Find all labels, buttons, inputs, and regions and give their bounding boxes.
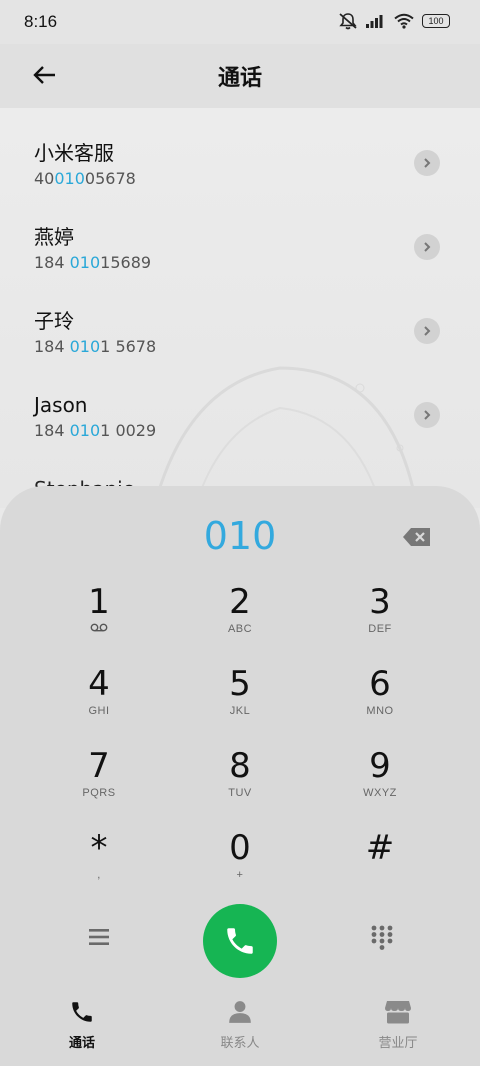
- phone-call-icon: [227, 928, 253, 954]
- battery-indicator: 100: [422, 14, 450, 28]
- page-title: 通话: [217, 66, 262, 91]
- key-5[interactable]: 5 JKL: [180, 664, 300, 740]
- tab-label: 联系人: [220, 1036, 260, 1051]
- key-4[interactable]: 4 GHI: [39, 664, 159, 740]
- contact-number: 184 0101 5678: [34, 337, 157, 356]
- top-app-bar: 通话: [0, 44, 480, 108]
- search-results-list[interactable]: 小米客服 4001005678 燕婷 184 01015689 子玲 184 0…: [0, 108, 480, 508]
- key-7[interactable]: 7 PQRS: [39, 746, 159, 822]
- backspace-icon[interactable]: [402, 526, 432, 548]
- contact-row[interactable]: Jason 184 0101 0029: [34, 392, 454, 462]
- contact-number: 184 01015689: [34, 253, 152, 272]
- contact-name: 燕婷: [34, 225, 74, 249]
- mute-bell-icon: [339, 13, 357, 30]
- tab-business-hall[interactable]: 营业厅: [348, 998, 448, 1051]
- tab-calls[interactable]: 通话: [32, 998, 132, 1051]
- bottom-tab-bar: 通话 联系人 营业厅: [0, 986, 480, 1066]
- contact-row[interactable]: 子玲 184 0101 5678: [34, 308, 454, 378]
- person-icon: [229, 1001, 251, 1023]
- wifi-icon: [394, 13, 414, 29]
- contact-number: 184 0101 0029: [34, 421, 157, 440]
- contact-name: 子玲: [34, 309, 74, 333]
- tab-contacts[interactable]: 联系人: [190, 998, 290, 1051]
- menu-icon[interactable]: [86, 926, 112, 948]
- key-2[interactable]: 2 ABC: [180, 582, 300, 658]
- tab-label: 营业厅: [378, 1036, 418, 1051]
- tab-label: 通话: [68, 1036, 95, 1051]
- key-hash[interactable]: #: [320, 828, 440, 904]
- contact-detail-button[interactable]: [414, 318, 440, 344]
- key-3[interactable]: 3 DEF: [320, 582, 440, 658]
- store-icon: [385, 1001, 411, 1024]
- key-8[interactable]: 8 TUV: [180, 746, 300, 822]
- contact-name: 小米客服: [34, 141, 114, 165]
- dialer-panel: 010 1 2 ABC 3 DEF 4 GHI 5 JKL 6 MNO 7 PQ…: [0, 486, 480, 1066]
- contact-number: 4001005678: [34, 169, 136, 188]
- status-icons: 100: [338, 12, 450, 30]
- chevron-right-icon: [424, 158, 431, 168]
- status-time: 8:16: [24, 12, 58, 31]
- key-star[interactable]: * ,: [39, 828, 159, 904]
- signal-icon: [366, 15, 383, 28]
- contact-row[interactable]: 燕婷 184 01015689: [34, 224, 454, 294]
- dialpad-icon[interactable]: [370, 924, 394, 950]
- phone-icon: [72, 1002, 92, 1022]
- chevron-right-icon: [424, 242, 431, 252]
- chevron-right-icon: [424, 326, 431, 336]
- key-0[interactable]: 0 +: [180, 828, 300, 904]
- voicemail-icon: [90, 623, 108, 632]
- status-bar: 8:16 100: [0, 0, 480, 44]
- contact-detail-button[interactable]: [414, 234, 440, 260]
- chevron-right-icon: [424, 410, 431, 420]
- key-1[interactable]: 1: [39, 582, 159, 658]
- call-button[interactable]: [203, 904, 277, 978]
- contact-detail-button[interactable]: [414, 150, 440, 176]
- key-9[interactable]: 9 WXYZ: [320, 746, 440, 822]
- key-6[interactable]: 6 MNO: [320, 664, 440, 740]
- contact-name: Jason: [34, 393, 88, 417]
- contact-detail-button[interactable]: [414, 402, 440, 428]
- contact-row[interactable]: 小米客服 4001005678: [34, 140, 454, 210]
